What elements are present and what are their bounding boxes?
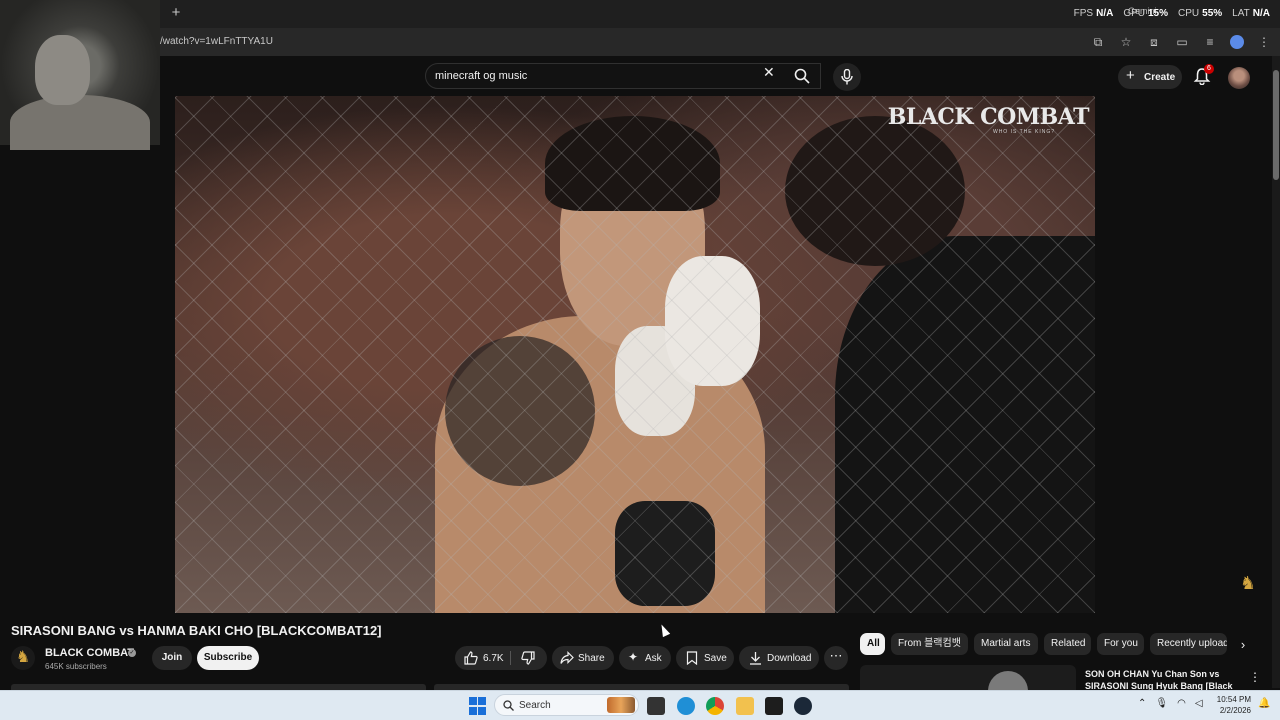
channel-lion-logo-icon: ♞: [1239, 573, 1257, 593]
extensions-icon[interactable]: ⧈: [1146, 34, 1162, 50]
create-button[interactable]: + Create: [1118, 65, 1182, 89]
clear-search-icon[interactable]: ✕: [763, 65, 775, 79]
browser-address-bar: /watch?v=1wLFnTTYA1U ⧉ ☆ ⧈ ▭ ≡ ⋮: [0, 28, 1280, 56]
chrome-menu-icon[interactable]: ⋮: [1256, 34, 1272, 50]
windows-start-icon[interactable]: [469, 697, 487, 715]
like-dislike-segment: 6.7K: [455, 646, 547, 670]
tray-overflow-chevron-icon[interactable]: ⌃: [1138, 698, 1146, 709]
wifi-icon[interactable]: ◠: [1177, 698, 1186, 709]
subscribe-button[interactable]: Subscribe: [197, 646, 259, 670]
volume-icon[interactable]: ◁: [1195, 698, 1203, 709]
profile-icon[interactable]: [1230, 35, 1244, 49]
browser-toolbar-icons: ⧉ ☆ ⧈ ▭ ≡ ⋮: [1090, 34, 1272, 50]
ask-button[interactable]: ✦ Ask: [619, 646, 671, 670]
browser-tabstrip: + Gemini FPS N/A GPU 15% CPU 55% LAT N/A: [0, 0, 1280, 28]
webcam-person-face: [35, 35, 90, 105]
taskbar-search-icon: [503, 700, 514, 711]
video-title: SIRASONI BANG vs HANMA BAKI CHO [BLACKCO…: [11, 623, 382, 638]
chip-related[interactable]: Related: [1044, 633, 1091, 655]
mouse-cursor-icon: [657, 622, 671, 638]
latency-readout: LAT N/A: [1232, 8, 1270, 19]
video-cage-fence: [175, 96, 1095, 613]
chip-all[interactable]: All: [860, 633, 885, 655]
save-button[interactable]: Save: [676, 646, 734, 670]
install-app-icon[interactable]: ⧉: [1090, 34, 1106, 50]
share-label: Share: [578, 653, 605, 664]
notification-center-icon[interactable]: 🔔: [1258, 698, 1270, 709]
chip-from-channel[interactable]: From 블랙컴뱃: [891, 633, 968, 655]
fps-readout: FPS N/A: [1073, 8, 1114, 19]
plus-icon: +: [1126, 67, 1135, 84]
share-button[interactable]: Share: [552, 646, 614, 670]
search-query-text: minecraft og music: [435, 70, 528, 82]
webcam-person-body: [10, 95, 150, 150]
clock-time: 10:54 PM: [1216, 695, 1251, 704]
system-tray: ⌃ 🎙 ◠ ◁: [1138, 698, 1203, 709]
sparkle-icon: ✦: [628, 650, 639, 664]
webcam-overlay: [0, 0, 160, 150]
channel-watermark: BLACK COMBAT: [887, 104, 1090, 130]
join-button[interactable]: Join: [152, 646, 192, 670]
search-icon: [794, 68, 810, 84]
bookmark-icon: [686, 651, 698, 665]
more-actions-icon[interactable]: ⋯: [824, 646, 848, 670]
notification-count-badge: 6: [1204, 64, 1214, 74]
create-label: Create: [1144, 72, 1176, 83]
chips-next-chevron-icon[interactable]: ›: [1236, 637, 1250, 652]
gpu-readout: GPU 15%: [1123, 8, 1169, 19]
new-tab-button[interactable]: +: [168, 5, 184, 21]
like-count: 6.7K: [483, 653, 504, 664]
chrome-browser-icon[interactable]: [706, 697, 724, 715]
performance-overlay: FPS N/A GPU 15% CPU 55% LAT N/A: [1074, 8, 1270, 19]
taskbar-search-label: Search: [519, 700, 551, 711]
chip-martial-arts[interactable]: Martial arts: [974, 633, 1038, 655]
url-field[interactable]: /watch?v=1wLFnTTYA1U: [160, 36, 273, 47]
search-input[interactable]: minecraft og music: [425, 63, 821, 89]
voice-search-button[interactable]: [833, 63, 861, 91]
clock-date: 2/2/2026: [1219, 706, 1251, 715]
channel-name[interactable]: BLACK COMBAT: [45, 647, 134, 659]
taskbar-clock[interactable]: 10:54 PM 2/2/2026: [1215, 694, 1251, 716]
share-icon: [560, 651, 574, 664]
download-label: Download: [767, 653, 812, 664]
account-avatar[interactable]: [1228, 67, 1250, 89]
recommended-video-title[interactable]: SON OH CHAN Yu Chan Son vs SIRASONI Sung…: [1085, 668, 1235, 690]
steam-icon[interactable]: [794, 697, 812, 715]
screen: + Gemini FPS N/A GPU 15% CPU 55% LAT N/A /wa…: [0, 0, 1280, 720]
microphone-tray-icon[interactable]: 🎙: [1155, 698, 1168, 709]
microphone-icon: [841, 69, 853, 85]
thumbnail-image: [988, 671, 1028, 690]
search-button[interactable]: [785, 63, 821, 89]
youtube-masthead: minecraft og music ✕ + Create 6: [160, 56, 1280, 96]
like-divider: [510, 651, 511, 665]
file-explorer-icon[interactable]: [736, 697, 754, 715]
recommended-video-menu-icon[interactable]: ⋮: [1249, 670, 1261, 684]
video-player[interactable]: BLACK COMBAT WHO IS THE KING?: [175, 96, 1095, 613]
download-button[interactable]: Download: [739, 646, 819, 670]
ask-label: Ask: [645, 653, 662, 664]
dislike-button[interactable]: [521, 651, 535, 665]
channel-watermark-tagline: WHO IS THE KING?: [992, 129, 1055, 135]
page-scrollbar-thumb[interactable]: [1273, 70, 1279, 180]
cast-icon[interactable]: ▭: [1174, 34, 1190, 50]
bookmark-star-icon[interactable]: ☆: [1118, 34, 1134, 50]
recommended-video-thumbnail[interactable]: [860, 665, 1076, 690]
edge-browser-icon[interactable]: [677, 697, 695, 715]
download-icon: [750, 652, 761, 665]
save-label: Save: [704, 653, 727, 664]
subscriber-count: 645K subscribers: [45, 662, 107, 671]
verified-check-icon: ✓: [128, 649, 136, 657]
chip-for-you[interactable]: For you: [1097, 633, 1144, 655]
reading-list-icon[interactable]: ≡: [1202, 34, 1218, 50]
windows-taskbar: [0, 690, 1280, 720]
like-button[interactable]: [464, 651, 478, 665]
terminal-app-icon[interactable]: [765, 697, 783, 715]
channel-avatar[interactable]: ♞: [11, 646, 35, 670]
search-highlight-widget-icon[interactable]: [607, 697, 635, 713]
chip-recently-uploaded[interactable]: Recently uploaded: [1150, 633, 1227, 655]
task-view-icon[interactable]: [647, 697, 665, 715]
cpu-readout: CPU 55%: [1178, 8, 1223, 19]
